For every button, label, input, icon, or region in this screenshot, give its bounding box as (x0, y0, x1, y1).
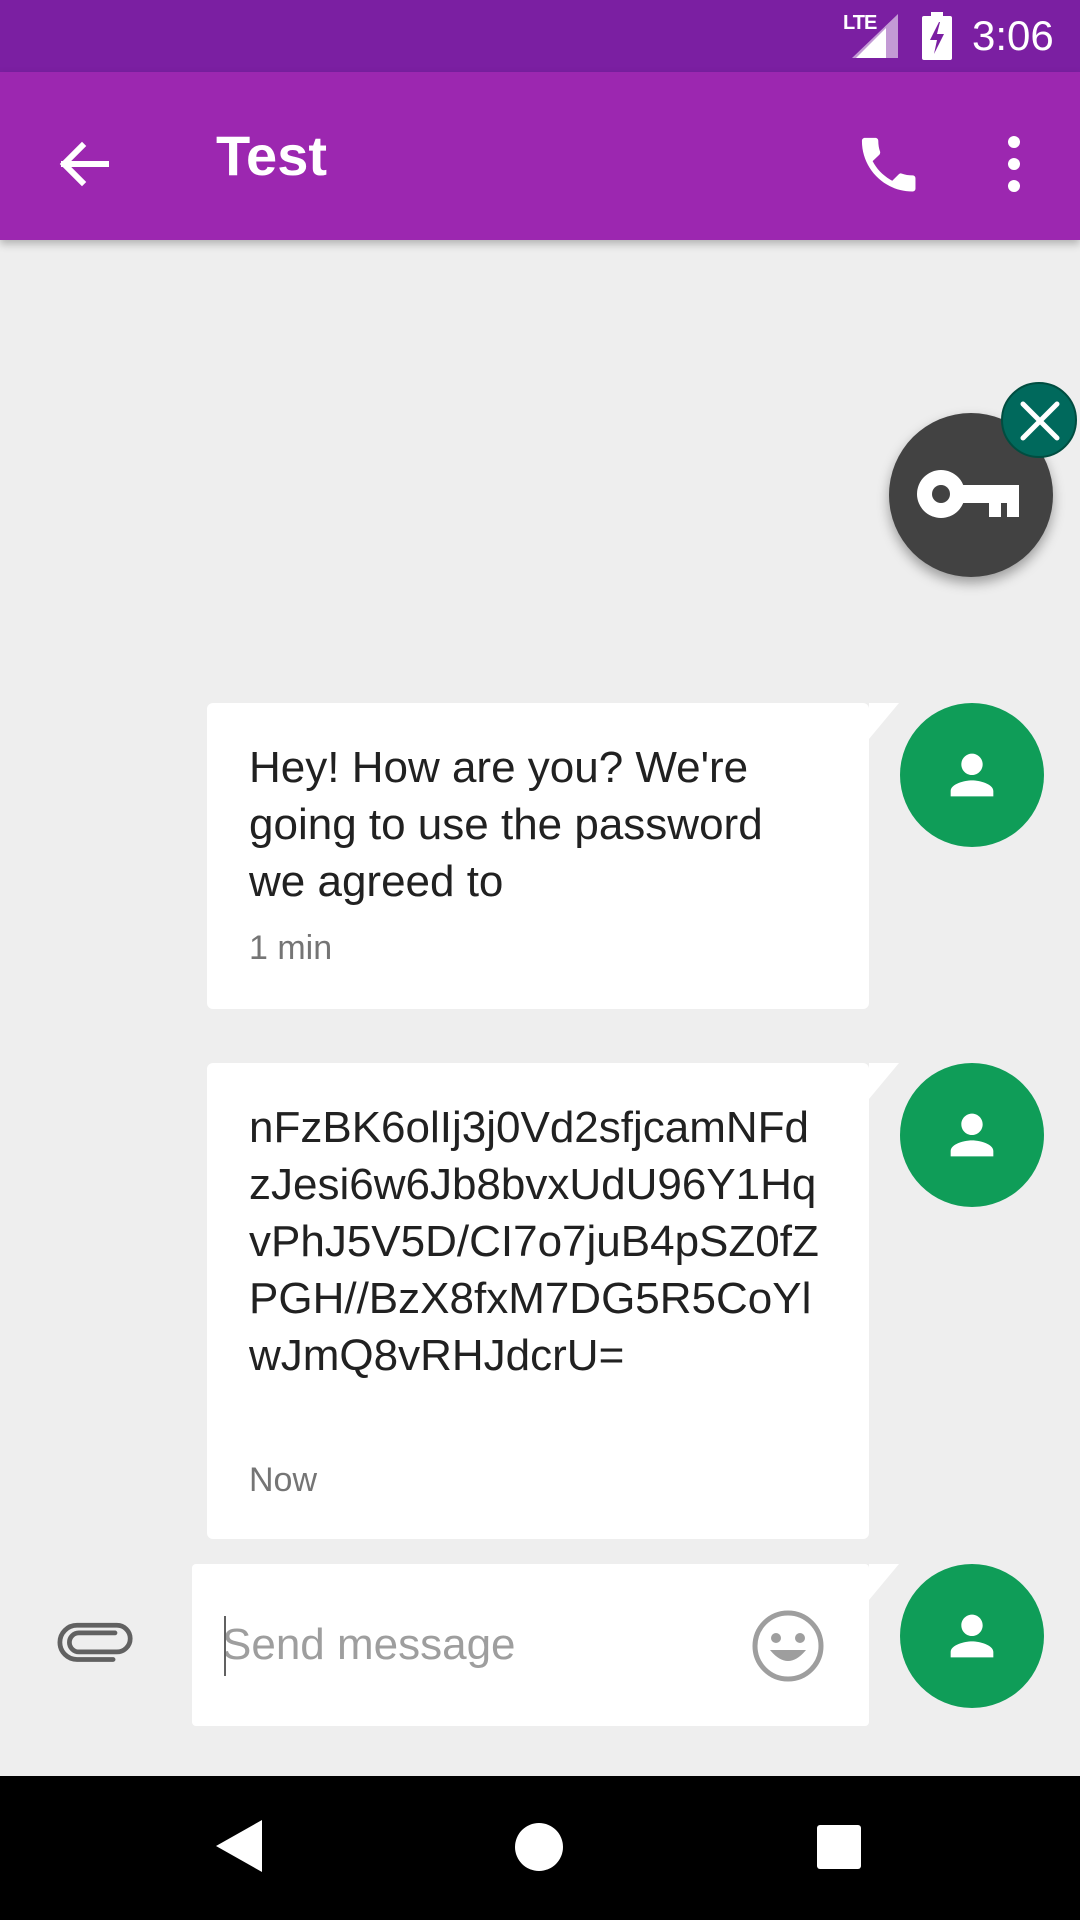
system-nav-bar (0, 1776, 1080, 1920)
attach-button[interactable] (56, 1614, 136, 1674)
self-avatar[interactable] (900, 1564, 1044, 1708)
more-options-button[interactable] (972, 122, 1056, 206)
attachment-icon (57, 1622, 133, 1662)
more-vert-icon (1008, 136, 1020, 192)
status-bar: LTE 3:06 (0, 0, 1080, 72)
nav-home-icon[interactable] (514, 1822, 564, 1872)
person-icon (950, 753, 994, 797)
status-clock: 3:06 (972, 12, 1054, 59)
battery-charging-icon (922, 12, 952, 60)
back-arrow-icon (59, 141, 109, 187)
conversation-title: Test (216, 124, 327, 187)
person-icon (950, 1113, 994, 1157)
compose-box (192, 1564, 899, 1726)
emoji-icon (752, 1610, 824, 1682)
call-button[interactable] (846, 122, 930, 206)
key-icon (917, 470, 1019, 518)
close-icon (1020, 401, 1060, 441)
message-timestamp: 1 min (249, 929, 333, 967)
person-icon (950, 1614, 994, 1658)
signal-icon (852, 14, 898, 58)
messaging-screen: LTE 3:06 Test Hey! How are you? We're go… (0, 0, 1080, 1920)
nav-back-icon[interactable] (214, 1818, 264, 1874)
message-text: nFzBK6olIj3j0Vd2sfjcamNFdzJesi6w6Jb8bvxU… (249, 1103, 819, 1380)
message-input[interactable] (222, 1610, 702, 1680)
phone-icon (861, 137, 916, 192)
message-timestamp: Now (249, 1461, 318, 1499)
back-button[interactable] (42, 122, 126, 206)
contact-avatar[interactable] (900, 703, 1044, 847)
nav-recents-icon[interactable] (816, 1824, 862, 1870)
message-text: Hey! How are you? We're going to use the… (249, 743, 763, 906)
text-cursor (224, 1616, 226, 1676)
app-bar: Test (0, 72, 1080, 240)
emoji-button[interactable] (750, 1608, 826, 1684)
bubble-close-button[interactable] (1001, 382, 1077, 458)
message-bubble[interactable]: Hey! How are you? We're going to use the… (207, 703, 899, 1009)
contact-avatar[interactable] (900, 1063, 1044, 1207)
message-bubble[interactable]: nFzBK6olIj3j0Vd2sfjcamNFdzJesi6w6Jb8bvxU… (207, 1063, 899, 1539)
